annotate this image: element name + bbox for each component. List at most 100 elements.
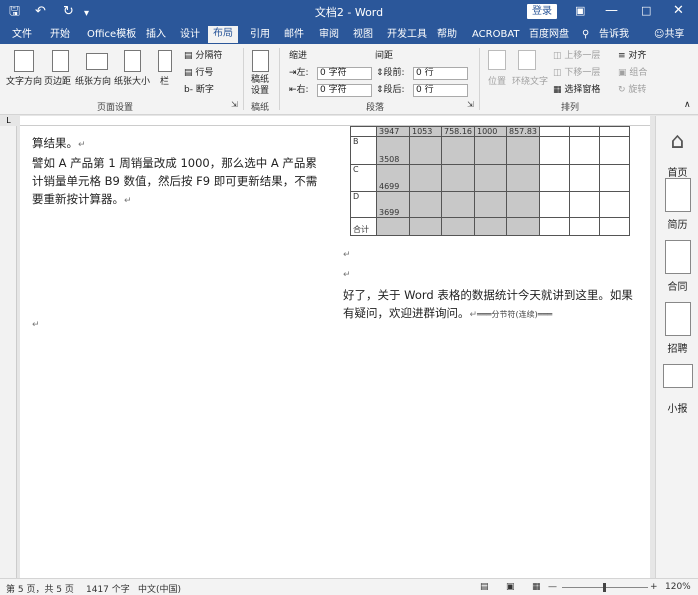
hyphenation-button[interactable]: b‑ 断字 [184, 85, 214, 96]
language[interactable]: 中文(中国) [138, 582, 181, 595]
table-cell [409, 217, 442, 236]
word-count[interactable]: 1417 个字 [86, 582, 130, 595]
table-cell [599, 191, 630, 218]
paragraph-mark: ↵ [124, 196, 132, 206]
send-backward-icon: ◫ [553, 68, 565, 78]
table-cell: 758.16 [441, 126, 475, 137]
rotate-button[interactable]: ↻ 旋转 [618, 85, 646, 96]
tab-layout[interactable]: 布局 [208, 26, 238, 43]
table-row: 3947 1053 758.16 1000 857.83 [350, 126, 630, 137]
columns-button[interactable]: 栏 [160, 77, 169, 88]
table-cell: 857.83 [506, 126, 540, 137]
table-cell [539, 164, 570, 192]
align-button[interactable]: ≡ 对齐 [618, 51, 646, 62]
print-layout-icon[interactable]: ▣ [506, 582, 515, 592]
ribbon-display-icon[interactable]: ▣ [575, 2, 585, 20]
tab-insert[interactable]: 插入 [146, 28, 166, 41]
table-cell [376, 217, 410, 236]
login-button[interactable]: 登录 [527, 4, 557, 19]
table-cell [506, 164, 540, 192]
column-left: 算结果。↵ 譬如 A 产品第 1 周销量改成 1000，那么选中 A 产品累计销… [32, 134, 327, 334]
indent-right-input[interactable]: 0 字符 [317, 84, 372, 97]
group-objects-button[interactable]: ▣ 组合 [618, 68, 647, 79]
web-layout-icon[interactable]: ▦ [532, 582, 541, 592]
breaks-label: 分隔符 [195, 51, 223, 61]
position-button[interactable]: 位置 [488, 77, 506, 88]
read-mode-icon[interactable]: ▤ [480, 582, 489, 592]
tab-design[interactable]: 设计 [180, 28, 200, 41]
data-table[interactable]: 3947 1053 758.16 1000 857.83 B 3508 C 46… [350, 126, 630, 236]
table-cell [409, 136, 442, 165]
close-icon[interactable]: ✕ [673, 2, 684, 20]
size-button[interactable]: 纸张大小 [114, 77, 150, 88]
tell-me-box[interactable]: 告诉我 [599, 28, 629, 41]
tab-office-templates[interactable]: Office模板 [87, 28, 136, 41]
lightbulb-icon[interactable]: ⚲ [582, 28, 589, 41]
page-setup-launcher-icon[interactable]: ⇲ [231, 100, 238, 109]
page-count[interactable]: 第 5 页，共 5 页 [6, 582, 74, 595]
paragraph: 算结果。↵ [32, 134, 327, 154]
side-item-recruit[interactable]: 招聘 [656, 302, 698, 355]
tab-acrobat[interactable]: ACROBAT [472, 28, 520, 41]
section-break: ═══分节符(连续)═══ [477, 310, 553, 319]
side-item-newspaper[interactable]: 小报 [656, 364, 698, 415]
side-item-contract[interactable]: 合同 [656, 240, 698, 293]
tab-home[interactable]: 开始 [50, 28, 70, 41]
indent-left-input[interactable]: 0 字符 [317, 67, 372, 80]
word-window: 🖫 ↶ ↻ ▾ 文档2 - Word 登录 ▣ — □ ✕ 文件 开始 Offi… [0, 0, 698, 595]
margins-button[interactable]: 页边距 [44, 77, 71, 88]
paragraph-launcher-icon[interactable]: ⇲ [467, 100, 474, 109]
table-row: B 3508 [350, 136, 630, 165]
minimize-icon[interactable]: — [605, 2, 618, 20]
ribbon-tabs: 文件 开始 Office模板 插入 设计 布局 引用 邮件 审阅 视图 开发工具… [0, 24, 698, 44]
side-item-home[interactable]: ⌂ 首页 [656, 126, 698, 179]
tab-mailings[interactable]: 邮件 [284, 28, 304, 41]
spacing-after-input[interactable]: 0 行 [413, 84, 468, 97]
send-backward-button[interactable]: ◫ 下移一层 [553, 68, 600, 79]
table-cell [350, 126, 377, 137]
size-icon [124, 50, 141, 72]
wrap-text-button[interactable]: 环绕文字 [512, 77, 548, 88]
text-direction-button[interactable]: 文字方向 [6, 77, 42, 88]
side-item-resume[interactable]: 简历 [656, 178, 698, 231]
zoom-out-icon[interactable]: — [548, 582, 557, 592]
table-cell [474, 191, 507, 218]
orientation-button[interactable]: 纸张方向 [75, 77, 111, 88]
paper-settings-button[interactable]: 稿纸 设置 [251, 75, 269, 97]
group-icon: ▣ [618, 68, 630, 78]
tab-selector[interactable]: L [0, 116, 17, 126]
vertical-ruler[interactable] [0, 126, 17, 578]
selection-pane-button[interactable]: ▦ 选择窗格 [553, 85, 600, 96]
tab-file[interactable]: 文件 [12, 28, 32, 41]
table-cell [474, 217, 507, 236]
share-button[interactable]: ☺共享 [654, 28, 684, 41]
zoom-slider-handle[interactable] [603, 583, 606, 592]
bring-forward-button[interactable]: ◫ 上移一层 [553, 51, 600, 62]
table-cell: 3699 [376, 191, 410, 218]
tab-baidu[interactable]: 百度网盘 [529, 28, 569, 41]
tab-references[interactable]: 引用 [250, 28, 270, 41]
zoom-in-icon[interactable]: + [650, 582, 658, 592]
collapse-ribbon-icon[interactable]: ∧ [684, 100, 691, 111]
wrap-text-icon [518, 50, 536, 70]
group-paper: 稿纸 [251, 103, 270, 113]
line-numbers-label: 行号 [195, 68, 214, 78]
home-icon: ⌂ [670, 129, 685, 154]
tab-view[interactable]: 视图 [353, 28, 373, 41]
maximize-icon[interactable]: □ [641, 2, 651, 20]
line-numbers-button[interactable]: ▤ 行号 [184, 68, 213, 79]
breaks-button[interactable]: ▤ 分隔符 [184, 51, 222, 62]
horizontal-ruler[interactable] [20, 116, 650, 126]
zoom-level[interactable]: 120% [665, 582, 691, 592]
paragraph-text: 譬如 A 产品第 1 周销量改成 1000，那么选中 A 产品累计销量单元格 B… [32, 156, 318, 206]
spacing-before-input[interactable]: 0 行 [413, 67, 468, 80]
side-item-label: 招聘 [667, 344, 688, 355]
hyphenation-icon: b‑ [184, 85, 196, 95]
table-row: D 3699 [350, 191, 630, 218]
tab-developer[interactable]: 开发工具 [387, 28, 427, 41]
tab-help[interactable]: 帮助 [437, 28, 457, 41]
tab-review[interactable]: 审阅 [319, 28, 339, 41]
person-icon: ☺ [654, 29, 665, 40]
document-page[interactable]: 算结果。↵ 譬如 A 产品第 1 周销量改成 1000，那么选中 A 产品累计销… [20, 126, 650, 578]
bring-forward-icon: ◫ [553, 51, 565, 61]
